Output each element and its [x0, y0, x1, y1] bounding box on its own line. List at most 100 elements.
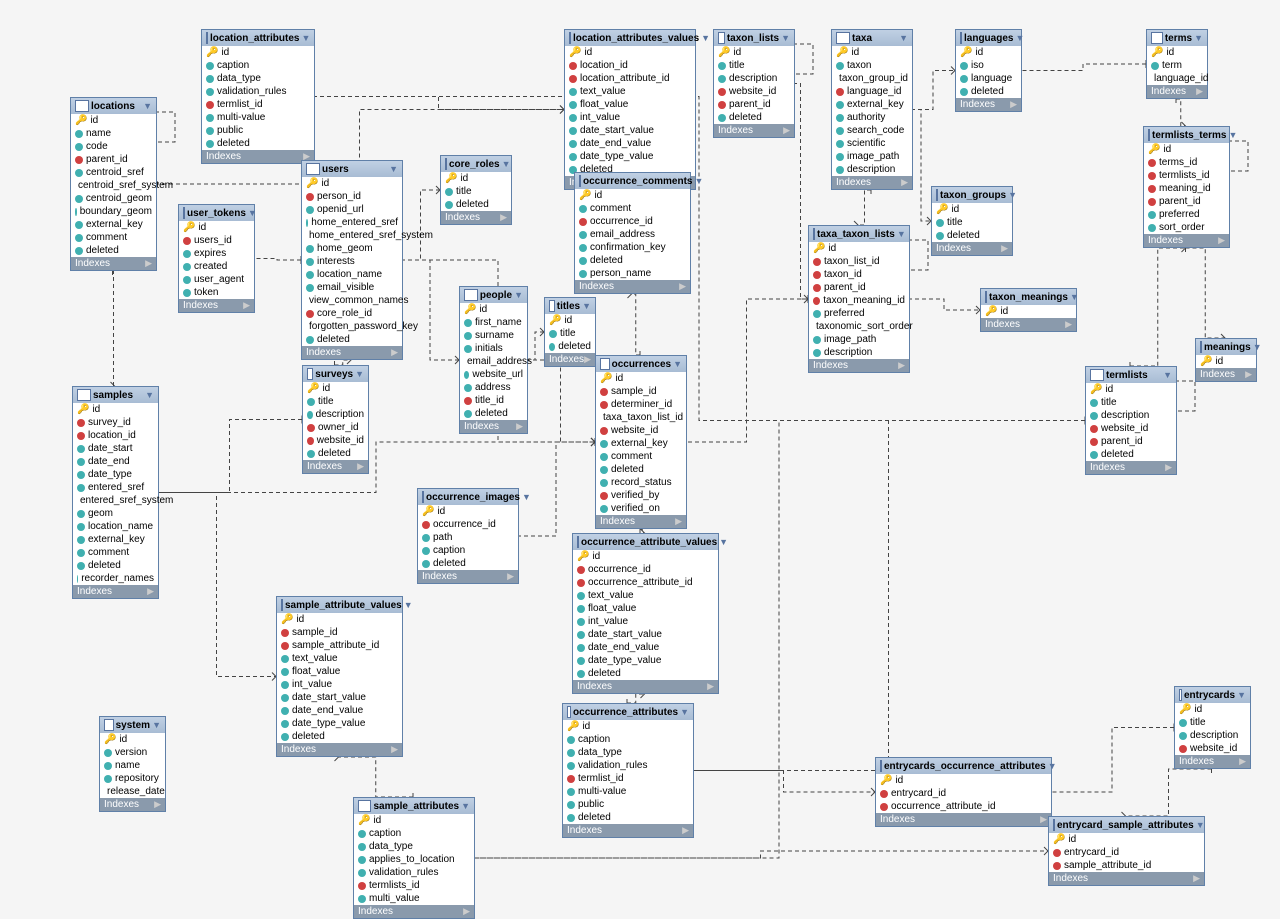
column-term[interactable]: term [1147, 59, 1207, 72]
column-taxa_taxon_list_id[interactable]: taxa_taxon_list_id [596, 411, 686, 424]
column-location_id[interactable]: location_id [73, 429, 158, 442]
column-email_visible[interactable]: email_visible [302, 281, 402, 294]
table-core_roles[interactable]: core_roles▼🔑idtitledeletedIndexes▶ [440, 155, 512, 225]
column-taxon_meaning_id[interactable]: taxon_meaning_id [809, 294, 909, 307]
column-centroid_sref_system[interactable]: centroid_sref_system [71, 179, 156, 192]
column-entrycard_id[interactable]: entrycard_id [876, 787, 1051, 800]
column-title[interactable]: title [303, 395, 368, 408]
indexes-row[interactable]: Indexes▶ [573, 680, 718, 693]
collapse-icon[interactable]: ▼ [1163, 370, 1172, 380]
indexes-row[interactable]: Indexes▶ [545, 353, 595, 366]
indexes-row[interactable]: Indexes▶ [876, 813, 1051, 826]
column-centroid_geom[interactable]: centroid_geom [71, 192, 156, 205]
column-iso[interactable]: iso [956, 59, 1021, 72]
column-image_path[interactable]: image_path [832, 150, 912, 163]
column-entered_sref[interactable]: entered_sref [73, 481, 158, 494]
column-home_entered_sref[interactable]: home_entered_sref [302, 216, 402, 229]
column-external_key[interactable]: external_key [596, 437, 686, 450]
column-website_id[interactable]: website_id [714, 85, 794, 98]
column-entered_sref_system[interactable]: entered_sref_system [73, 494, 158, 507]
column-initials[interactable]: initials [460, 342, 527, 355]
indexes-row[interactable]: Indexes▶ [981, 318, 1076, 331]
column-id[interactable]: 🔑id [1144, 143, 1229, 156]
column-home_geom[interactable]: home_geom [302, 242, 402, 255]
collapse-icon[interactable]: ▼ [1237, 690, 1246, 700]
column-deleted[interactable]: deleted [956, 85, 1021, 98]
column-id[interactable]: 🔑id [277, 613, 402, 626]
collapse-icon[interactable]: ▼ [404, 600, 413, 610]
collapse-icon[interactable]: ▼ [1008, 190, 1017, 200]
column-taxon_list_id[interactable]: taxon_list_id [809, 255, 909, 268]
column-id[interactable]: 🔑id [575, 189, 690, 202]
collapse-icon[interactable]: ▼ [1070, 292, 1079, 302]
column-id[interactable]: 🔑id [932, 203, 1012, 216]
indexes-row[interactable]: Indexes▶ [1049, 872, 1204, 885]
table-occurrence_images[interactable]: occurrence_images▼🔑idoccurrence_idpathca… [417, 488, 519, 584]
column-address[interactable]: address [460, 381, 527, 394]
column-caption[interactable]: caption [563, 733, 693, 746]
column-title[interactable]: title [1175, 716, 1250, 729]
column-id[interactable]: 🔑id [565, 46, 695, 59]
column-sample_attribute_id[interactable]: sample_attribute_id [1049, 859, 1204, 872]
column-name[interactable]: name [71, 127, 156, 140]
column-id[interactable]: 🔑id [1049, 833, 1204, 846]
table-users[interactable]: users▼🔑idperson_idopenid_urlhome_entered… [301, 160, 403, 360]
column-public[interactable]: public [202, 124, 314, 137]
column-language_id[interactable]: language_id [1147, 72, 1207, 85]
indexes-row[interactable]: Indexes▶ [563, 824, 693, 837]
column-person_name[interactable]: person_name [575, 267, 690, 280]
indexes-row[interactable]: Indexes▶ [575, 280, 690, 293]
column-termlists_id[interactable]: termlists_id [1144, 169, 1229, 182]
column-taxonomic_sort_order[interactable]: taxonomic_sort_order [809, 320, 909, 333]
table-entrycard_sample_attributes[interactable]: entrycard_sample_attributes▼🔑identrycard… [1048, 816, 1205, 886]
table-people[interactable]: people▼🔑idfirst_namesurnameinitialsemail… [459, 286, 528, 434]
column-float_value[interactable]: float_value [277, 665, 402, 678]
column-deleted[interactable]: deleted [71, 244, 156, 257]
column-comment[interactable]: comment [575, 202, 690, 215]
table-taxa[interactable]: taxa▼🔑idtaxontaxon_group_idlanguage_idex… [831, 29, 913, 190]
column-expires[interactable]: expires [179, 247, 254, 260]
column-id[interactable]: 🔑id [302, 177, 402, 190]
column-view_common_names[interactable]: view_common_names [302, 294, 402, 307]
table-occurrence_attribute_values[interactable]: occurrence_attribute_values▼🔑idoccurrenc… [572, 533, 719, 694]
column-recorder_names[interactable]: recorder_names [73, 572, 158, 585]
column-website_id[interactable]: website_id [1086, 422, 1176, 435]
column-location_id[interactable]: location_id [565, 59, 695, 72]
column-public[interactable]: public [563, 798, 693, 811]
collapse-icon[interactable]: ▼ [1048, 761, 1057, 771]
column-location_name[interactable]: location_name [73, 520, 158, 533]
column-date_end_value[interactable]: date_end_value [277, 704, 402, 717]
table-occurrence_attributes[interactable]: occurrence_attributes▼🔑idcaptiondata_typ… [562, 703, 694, 838]
column-title[interactable]: title [545, 327, 595, 340]
column-parent_id[interactable]: parent_id [714, 98, 794, 111]
column-search_code[interactable]: search_code [832, 124, 912, 137]
column-id[interactable]: 🔑id [981, 305, 1076, 318]
column-text_value[interactable]: text_value [565, 85, 695, 98]
column-comment[interactable]: comment [71, 231, 156, 244]
collapse-icon[interactable]: ▼ [514, 290, 523, 300]
collapse-icon[interactable]: ▼ [1253, 342, 1262, 352]
column-date_type[interactable]: date_type [73, 468, 158, 481]
column-deleted[interactable]: deleted [418, 557, 518, 570]
column-description[interactable]: description [1086, 409, 1176, 422]
collapse-icon[interactable]: ▼ [389, 164, 398, 174]
column-release_date[interactable]: release_date [100, 785, 165, 798]
column-first_name[interactable]: first_name [460, 316, 527, 329]
collapse-icon[interactable]: ▼ [695, 176, 704, 186]
column-description[interactable]: description [809, 346, 909, 359]
column-id[interactable]: 🔑id [563, 720, 693, 733]
table-taxon_lists[interactable]: taxon_lists▼🔑idtitledescriptionwebsite_i… [713, 29, 795, 138]
indexes-row[interactable]: Indexes▶ [418, 570, 518, 583]
collapse-icon[interactable]: ▼ [248, 208, 257, 218]
column-token[interactable]: token [179, 286, 254, 299]
column-caption[interactable]: caption [202, 59, 314, 72]
column-id[interactable]: 🔑id [460, 303, 527, 316]
column-occurrence_id[interactable]: occurrence_id [573, 563, 718, 576]
column-data_type[interactable]: data_type [354, 840, 474, 853]
column-id[interactable]: 🔑id [1196, 355, 1256, 368]
column-code[interactable]: code [71, 140, 156, 153]
table-termlists_terms[interactable]: termlists_terms▼🔑idterms_idtermlists_idm… [1143, 126, 1230, 248]
column-deleted[interactable]: deleted [202, 137, 314, 150]
collapse-icon[interactable]: ▼ [1194, 33, 1203, 43]
column-data_type[interactable]: data_type [563, 746, 693, 759]
